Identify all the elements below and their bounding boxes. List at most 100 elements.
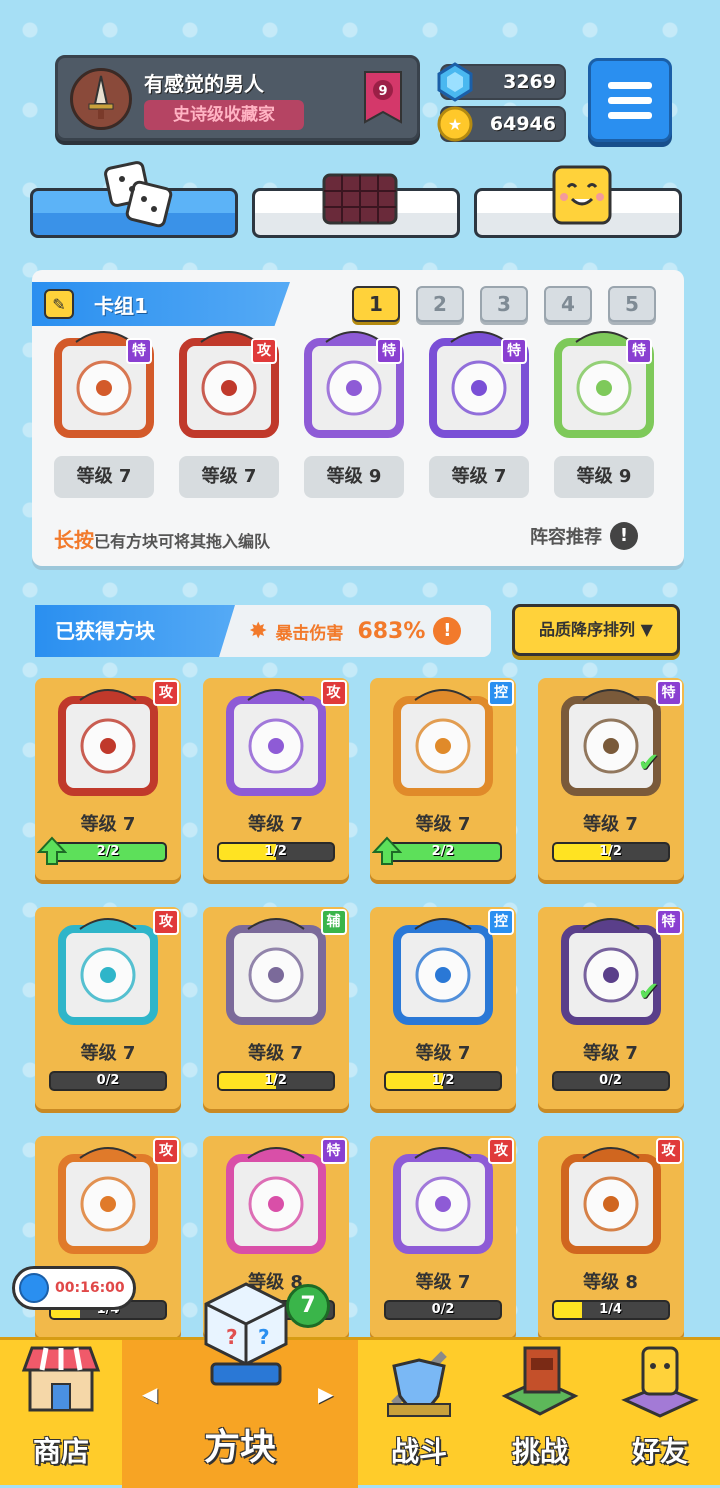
deck-card[interactable]: 特 — [304, 331, 404, 442]
block-card[interactable]: 辅等级 7 1/2 — [202, 907, 349, 1109]
progress-bar: 0/2 — [384, 1300, 502, 1320]
nav-challenge-label: 挑战 — [511, 1435, 568, 1468]
block-card[interactable]: 攻等级 7 1/2 — [202, 678, 349, 880]
deck-card-level: 等级 7 — [179, 456, 279, 498]
block-level: 等级 7 — [248, 814, 303, 835]
upgrade-arrow-icon[interactable] — [371, 836, 403, 866]
challenge-icon — [495, 1334, 585, 1424]
deck-number-1[interactable]: 1 — [352, 286, 400, 322]
gem-icon — [436, 62, 474, 102]
block-type-badge: 特 — [320, 1138, 347, 1164]
edit-pencil-icon[interactable]: ✎ — [44, 289, 74, 319]
coin-icon: ★ — [436, 104, 474, 144]
deck-title-bar[interactable]: ✎ 卡组1 — [32, 282, 290, 326]
block-card[interactable]: 攻等级 7 0/2 — [35, 907, 181, 1109]
block-type-badge: 特 — [655, 680, 682, 706]
progress-bar: 1/4 — [551, 1300, 670, 1320]
progress-bar: 0/2 — [49, 1071, 167, 1091]
deck-number-5[interactable]: 5 — [608, 286, 656, 322]
tab-smiley[interactable] — [474, 165, 682, 238]
tab-board[interactable] — [252, 173, 460, 238]
owned-blocks-bar: 已获得方块 ✸ 暴击伤害 683% ! — [35, 605, 491, 657]
block-level: 等级 7 — [80, 1043, 136, 1064]
progress-text: 0/2 — [599, 1073, 622, 1088]
upgrade-arrow-icon[interactable] — [36, 836, 68, 866]
crit-info-icon[interactable]: ! — [433, 617, 462, 645]
block-type-badge: 特 — [655, 909, 682, 935]
progress-text: 1/2 — [264, 1073, 287, 1088]
deck-card[interactable]: 攻 — [179, 331, 279, 442]
info-icon: ! — [610, 522, 638, 550]
block-art-icon — [218, 686, 334, 802]
block-card[interactable]: 攻等级 7 2/2 — [35, 678, 181, 880]
nav-friends-label: 好友 — [631, 1435, 688, 1468]
deck-number-3[interactable]: 3 — [480, 286, 528, 322]
progress-text: 1/2 — [264, 844, 287, 859]
burst-icon: ✸ — [249, 618, 268, 644]
block-card[interactable]: 特 ✔ 等级 7 1/2 — [537, 678, 684, 880]
block-type-badge: 攻 — [153, 1138, 179, 1164]
block-type-badge: 攻 — [153, 680, 179, 706]
profile-panel[interactable]: 有感觉的男人 史诗级收藏家 9 — [55, 55, 420, 141]
progress-text: 2/2 — [431, 844, 455, 859]
new-blocks-count-badge: 7 — [286, 1284, 330, 1328]
countdown-timer[interactable]: 00:16:00 — [12, 1266, 136, 1310]
block-type-badge: 控 — [488, 909, 514, 935]
deck-card[interactable]: 特 — [54, 331, 154, 442]
prev-arrow-icon[interactable]: ◀ — [142, 1382, 157, 1406]
block-card[interactable]: 攻等级 8 1/4 — [537, 1136, 684, 1338]
block-type-badge: 特 — [376, 338, 402, 364]
deck-number-4[interactable]: 4 — [544, 286, 592, 322]
block-type-badge: 攻 — [488, 1138, 514, 1164]
friends-icon — [615, 1334, 705, 1424]
nav-battle-label: 战斗 — [390, 1435, 447, 1468]
hint-text: 已有方块可将其拖入编队 — [94, 532, 271, 551]
block-level: 等级 7 — [415, 1043, 471, 1064]
block-art-icon — [50, 915, 166, 1031]
block-level: 等级 7 — [415, 1272, 471, 1293]
coin-counter[interactable]: ★ 64946 — [437, 106, 566, 142]
sort-dropdown[interactable]: 品质降序排列 ▼ — [512, 604, 680, 656]
player-title: 史诗级收藏家 — [144, 100, 304, 130]
block-type-badge: 攻 — [153, 909, 179, 935]
stopwatch-icon — [19, 1273, 49, 1303]
deck-card-level: 等级 9 — [304, 456, 404, 498]
block-card[interactable]: 攻等级 7 0/2 — [370, 1136, 516, 1338]
nav-friends[interactable]: 好友 — [600, 1340, 720, 1488]
progress-text: 0/2 — [96, 1073, 120, 1088]
block-card[interactable]: 控等级 7 2/2 — [370, 678, 516, 880]
deck-card-level: 等级 7 — [54, 456, 154, 498]
deck-card-level: 等级 7 — [429, 456, 529, 498]
block-art-icon — [50, 1144, 166, 1260]
progress-text: 2/2 — [96, 844, 120, 859]
block-art-icon — [218, 915, 334, 1031]
lineup-recommend-button[interactable]: 阵容推荐! — [530, 522, 638, 550]
block-type-badge: 控 — [488, 680, 514, 706]
gem-count: 3269 — [503, 71, 556, 93]
gem-counter[interactable]: 3269 — [437, 62, 566, 102]
block-type-badge: 辅 — [320, 909, 347, 935]
nav-blocks[interactable]: ?? 方块 — [122, 1282, 358, 1488]
nav-shop[interactable]: 商店 — [0, 1340, 122, 1488]
nav-challenge[interactable]: 挑战 — [480, 1340, 600, 1488]
tab-dice[interactable] — [30, 161, 238, 238]
block-art-icon — [218, 1144, 334, 1260]
bottom-nav: 商店 ?? 方块 战斗 挑战 好友 — [0, 1282, 720, 1488]
crit-damage-stat[interactable]: ✸ 暴击伤害 683% ! — [249, 617, 462, 645]
grid-board-icon — [320, 161, 400, 231]
nav-shop-label: 商店 — [32, 1435, 89, 1468]
next-arrow-icon[interactable]: ▶ — [318, 1382, 333, 1406]
progress-bar: 1/2 — [216, 842, 335, 862]
nav-battle[interactable]: 战斗 — [358, 1340, 480, 1488]
block-card[interactable]: 控等级 7 1/2 — [370, 907, 516, 1109]
deck-number-2[interactable]: 2 — [416, 286, 464, 322]
smiley-block-icon — [542, 161, 622, 231]
block-card[interactable]: 特 ✔ 等级 7 0/2 — [537, 907, 684, 1109]
deck-card[interactable]: 特 — [429, 331, 529, 442]
deck-card[interactable]: 特 — [554, 331, 654, 442]
block-art-icon — [553, 1144, 669, 1260]
rank-number: 9 — [378, 84, 387, 99]
progress-bar: 1/2 — [216, 1071, 335, 1091]
menu-button[interactable] — [588, 58, 672, 142]
drag-hint: 长按已有方块可将其拖入编队 — [54, 524, 270, 553]
